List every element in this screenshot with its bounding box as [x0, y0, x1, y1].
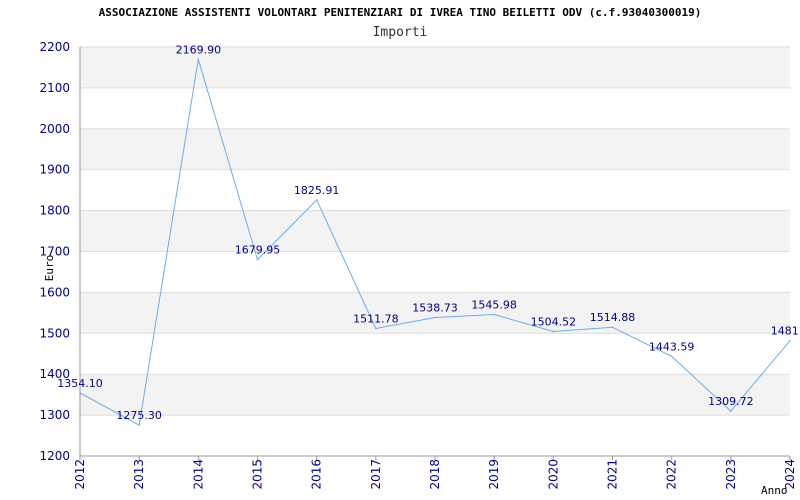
grid-band [80, 210, 790, 252]
plot-bands [80, 47, 790, 416]
x-tick-label: 2021 [606, 459, 620, 490]
data-point [789, 339, 791, 342]
grid-band [80, 374, 790, 416]
data-point [552, 330, 555, 333]
x-tick-label: 2020 [546, 459, 560, 490]
data-point [197, 58, 200, 61]
data-point [315, 199, 318, 201]
data-point [730, 410, 732, 412]
data-label: 1504.52 [531, 315, 577, 328]
y-tick-label: 1500 [39, 326, 70, 340]
y-tick-label: 1200 [39, 449, 70, 463]
x-tick-label: 2018 [428, 459, 442, 490]
data-label: 2169.90 [176, 43, 222, 56]
data-label: 1545.98 [471, 298, 517, 311]
y-axis-label: Euro [43, 255, 56, 282]
y-tick-label: 1900 [39, 163, 70, 177]
data-point [375, 327, 377, 330]
data-label: 1275.30 [116, 409, 162, 422]
x-tick-label: 2013 [132, 459, 146, 490]
data-point [79, 392, 81, 394]
data-label: 1511.78 [353, 312, 399, 325]
y-tick-label: 2100 [39, 81, 70, 95]
x-tick-label: 2023 [724, 459, 738, 490]
data-label: 1354.10 [57, 377, 103, 390]
x-tick-label: 2022 [665, 459, 679, 490]
y-tick-label: 1800 [39, 204, 70, 218]
x-tick-label: 2016 [310, 459, 324, 490]
x-axis-label: Anno [761, 484, 788, 497]
x-tick-label: 2015 [251, 459, 265, 490]
data-point [434, 316, 436, 319]
data-point [256, 258, 259, 261]
y-tick-label: 2000 [39, 122, 70, 136]
x-tick-label: 2019 [487, 459, 501, 490]
x-tick-label: 2017 [369, 459, 383, 490]
y-tick-label: 2200 [39, 40, 70, 54]
data-point [670, 355, 673, 358]
line-chart: 1200130014001500160017001800190020002100… [39, 40, 800, 497]
data-label: 1514.88 [590, 311, 636, 324]
x-tick-label: 2014 [191, 459, 205, 490]
data-label: 1309.72 [708, 395, 754, 408]
data-label: 1538.73 [412, 301, 458, 314]
data-point [611, 326, 614, 329]
data-label: 1481.8 [771, 325, 800, 338]
data-point [493, 313, 495, 316]
data-label: 1679.95 [235, 244, 281, 257]
y-tick-label: 1600 [39, 285, 70, 299]
data-label: 1443.59 [649, 340, 695, 353]
data-label: 1825.91 [294, 184, 340, 197]
x-tick-label: 2012 [73, 459, 87, 490]
y-tick-label: 1300 [39, 408, 70, 422]
data-point [138, 424, 140, 427]
chart-container: ASSOCIAZIONE ASSISTENTI VOLONTARI PENITE… [0, 0, 800, 500]
